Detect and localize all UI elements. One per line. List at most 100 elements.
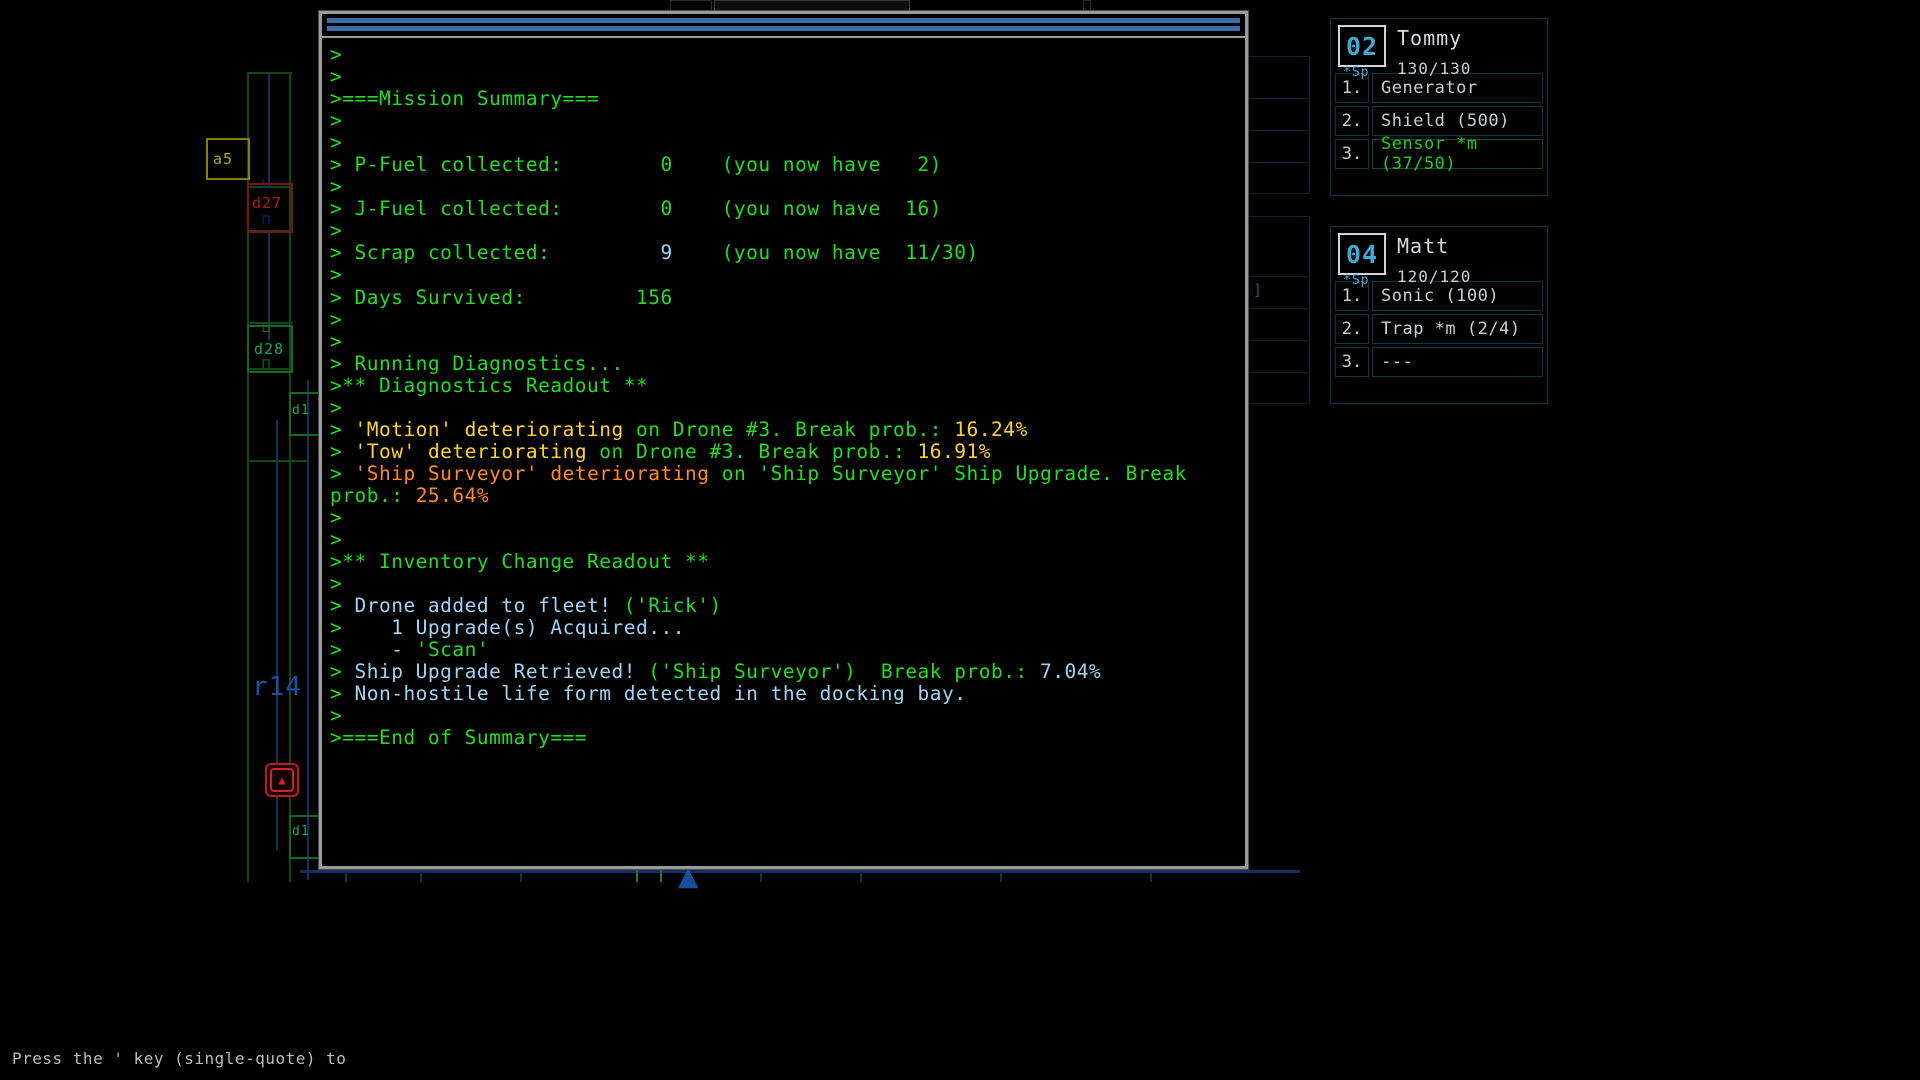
console-line: > <box>330 43 1245 66</box>
console-segment: > <box>330 638 392 662</box>
ghost-panel <box>1248 216 1310 404</box>
map-label: r14 <box>252 672 302 702</box>
console-segment: Non-hostile life form detected in the do… <box>354 682 967 706</box>
console-segment: 16.91% <box>917 439 991 463</box>
console-line: prob.: 25.64% <box>330 483 1245 507</box>
bottom-tick <box>520 870 522 882</box>
slot-number: 2. <box>1335 106 1369 136</box>
console-segment: deteriorating <box>550 461 710 485</box>
console-segment <box>416 440 428 463</box>
character-name: Tommy <box>1397 26 1463 50</box>
console-segment: >===Mission Summary=== <box>330 87 600 111</box>
slot-value[interactable]: Shield (500) <box>1372 106 1543 136</box>
console-segment: > <box>330 572 343 596</box>
slot-number: 2. <box>1335 314 1369 344</box>
slot-value[interactable]: --- <box>1372 347 1543 377</box>
terminal-window[interactable]: > > >===Mission Summary=== > > > P-Fuel colle… <box>319 11 1248 869</box>
equipment-slot-3[interactable]: 3. --- <box>1335 347 1543 377</box>
bottom-tick <box>760 870 762 882</box>
avatar: 02 <box>1338 25 1386 67</box>
console-line: >===Mission Summary=== <box>330 88 1245 110</box>
console-segment: > <box>330 219 343 243</box>
console-segment: ('Rick') <box>623 594 722 618</box>
map-label: d1 <box>292 403 310 418</box>
console-segment: > <box>330 505 343 529</box>
console-segment: > <box>330 329 343 353</box>
hp-value: 120/120 <box>1397 267 1472 286</box>
console-line: > <box>330 220 1245 242</box>
card-header: 02 Tommy *Sp 130/130 <box>1331 19 1547 80</box>
equipment-slot-3[interactable]: 3. Sensor *m (37/50) <box>1335 134 1543 174</box>
slot-value[interactable]: Trap *m (2/4) <box>1372 314 1543 344</box>
console-line: > P-Fuel collected: 0 (you now have 2) <box>330 154 1245 176</box>
character-card-tommy[interactable]: 02 Tommy *Sp 130/130 1. Generator 2. Shi… <box>1330 18 1548 196</box>
console-line: > <box>330 705 1245 727</box>
map-label: a5 <box>213 150 234 168</box>
slot-number: 3. <box>1335 347 1369 377</box>
console-segment: 'Scan' <box>415 638 490 662</box>
console-segment: > <box>330 65 343 89</box>
console-segment: > <box>330 395 343 419</box>
console-segment: 16 <box>905 197 930 221</box>
console-line: > Days Survived: 156 <box>330 286 1245 309</box>
console-segment: 'Motion' <box>354 417 453 441</box>
ghost-row <box>1248 308 1308 309</box>
console-line: > J-Fuel collected: 0 (you now have 16) <box>330 198 1245 220</box>
slot-value[interactable]: Sensor *m (37/50) <box>1372 134 1543 174</box>
equipment-slot-2[interactable]: 2. Shield (500) <box>1335 106 1543 136</box>
sp-label: *Sp <box>1343 273 1370 288</box>
console-segment: ) <box>929 153 943 177</box>
character-card-matt[interactable]: 04 Matt *Sp 120/120 1. Sonic (100) 2. Tr… <box>1330 226 1548 404</box>
avatar-id: 02 <box>1345 31 1379 61</box>
console-segment: > Running Diagnostics... <box>330 351 624 375</box>
console-line: > <box>330 132 1245 154</box>
console-segment <box>612 594 624 617</box>
console-segment <box>636 660 648 683</box>
console-line: > Ship Upgrade Retrieved! ('Ship Surveyo… <box>330 661 1245 683</box>
schematic-hatch: ⊔ <box>262 176 271 192</box>
console-segment: > <box>330 175 343 199</box>
bottom-tick <box>1000 870 1002 882</box>
console-segment: deteriorating <box>464 417 624 441</box>
console-segment: > <box>330 307 343 331</box>
console-line: > Drone added to fleet! ('Rick') <box>330 595 1245 617</box>
console-segment: (you now have <box>672 197 906 221</box>
ghost-row <box>1248 130 1308 131</box>
console-segment: ) <box>929 197 943 221</box>
schematic-trace <box>268 72 270 187</box>
console-segment: > Scrap collected: <box>330 241 661 265</box>
console-line: >===End of Summary=== <box>330 727 1245 749</box>
console-segment: > <box>330 704 343 728</box>
sp-label: *Sp <box>1343 65 1370 80</box>
console-segment: 0 <box>660 153 673 177</box>
avatar: 04 <box>1338 233 1386 275</box>
console-segment <box>452 418 464 441</box>
hazard-icon: ▲ <box>265 763 299 797</box>
terminal-titlebar[interactable] <box>322 14 1245 38</box>
console-segment: > <box>330 417 355 441</box>
console-segment: 25.64% <box>415 483 490 507</box>
console-segment: > <box>330 461 355 485</box>
console-segment: Ship Upgrade Retrieved! <box>354 660 637 684</box>
console-line: >** Diagnostics Readout ** <box>330 373 1245 397</box>
console-segment: on Drone #3. Break prob.: <box>587 439 918 463</box>
ghost-row <box>1248 372 1308 373</box>
console-segment: 11/30 <box>905 241 967 265</box>
schematic-hatch: ⊓ <box>262 356 271 372</box>
console-segment: 'Tow' <box>354 439 416 463</box>
ghost-row <box>1248 340 1308 341</box>
console-segment: > <box>330 131 343 155</box>
bottom-tick <box>345 870 347 882</box>
ghost-row <box>1248 276 1308 277</box>
console-segment: on Drone #3. Break prob.: <box>623 417 955 441</box>
bottom-tick <box>1150 870 1152 882</box>
console-segment: >** Diagnostics Readout ** <box>330 373 649 397</box>
schematic-hatch: ⊓ <box>262 212 271 228</box>
console-line: > <box>330 505 1245 529</box>
console-segment: > P-Fuel collected: <box>330 153 661 177</box>
schematic-trace <box>247 72 292 74</box>
console-segment: (you now have <box>672 153 918 177</box>
console-segment: 1 Upgrade(s) Acquired... <box>391 616 685 640</box>
equipment-slot-2[interactable]: 2. Trap *m (2/4) <box>1335 314 1543 344</box>
console-segment: on 'Ship Surveyor' Ship Upgrade. Break <box>709 461 1187 485</box>
